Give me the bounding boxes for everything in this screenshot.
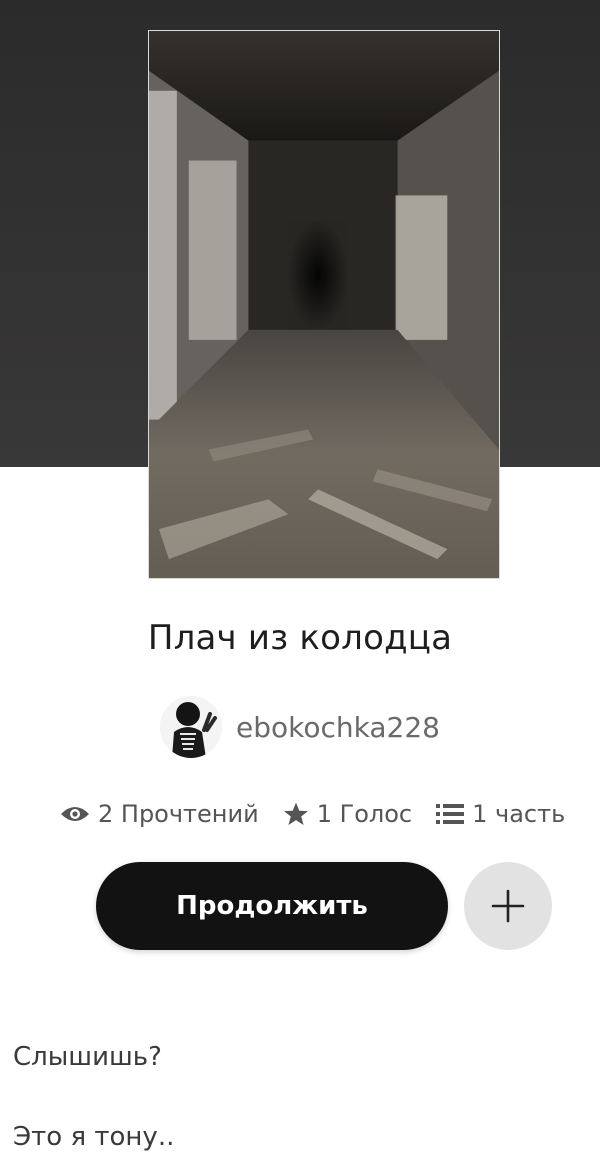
- votes-stat: 1 Голос: [283, 800, 412, 828]
- parts-count: 1 часть: [472, 800, 566, 828]
- list-icon: [436, 804, 465, 824]
- story-title: Плач из колодца: [147, 618, 453, 658]
- author-avatar[interactable]: [160, 696, 223, 758]
- story-stats: 2 Прочтений 1 Голос 1 часть: [60, 796, 590, 832]
- plus-icon: [491, 889, 525, 923]
- reads-count: 2 Прочтений: [98, 800, 259, 828]
- author-row[interactable]: ebokochka228: [0, 694, 600, 760]
- excerpt-line: Слышишь?: [13, 1042, 162, 1072]
- story-cover-image[interactable]: [148, 30, 500, 579]
- avatar-image: [160, 696, 223, 758]
- eye-icon: [61, 807, 89, 821]
- author-name[interactable]: ebokochka228: [236, 711, 440, 744]
- continue-reading-button[interactable]: Продолжить: [96, 862, 448, 950]
- cover-artwork: [149, 31, 499, 578]
- parts-stat: 1 часть: [436, 800, 565, 828]
- reads-stat: 2 Прочтений: [60, 800, 259, 828]
- star-icon: [283, 802, 308, 826]
- votes-count: 1 Голос: [316, 800, 413, 828]
- add-to-library-button[interactable]: [464, 862, 552, 950]
- excerpt-line: Это я тону..: [13, 1122, 175, 1152]
